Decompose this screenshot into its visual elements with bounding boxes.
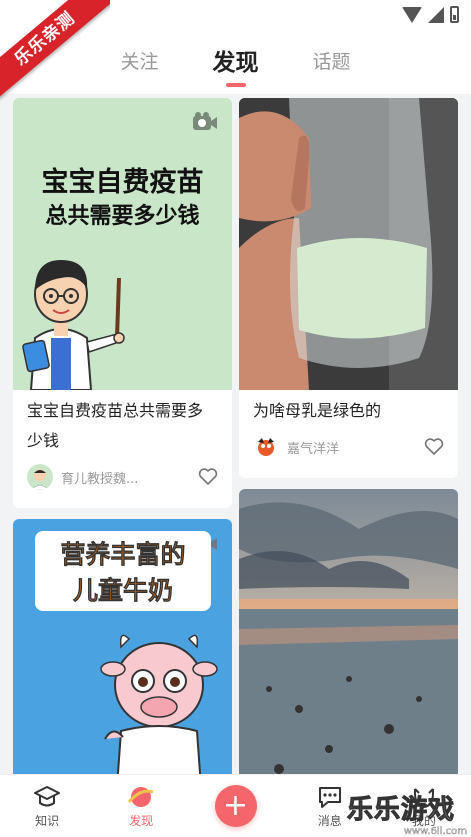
nav-discover[interactable]: 发现 [94,775,188,837]
card-cover-image[interactable] [239,98,458,390]
tab-topics[interactable]: 话题 [313,47,351,80]
wifi-icon [402,6,422,23]
discover-planet-icon [128,786,154,807]
feed-card[interactable]: 为啥母乳是绿色的 嘉气洋洋 [239,98,458,478]
corner-watermark-logo: 乐乐游戏 www.6ll.com [347,789,468,837]
discover-feed[interactable]: 宝宝自费疫苗 总共需要多少钱 宝宝自费疫苗总共需要多 少钱 育儿教授魏... 为… [0,94,471,774]
card-title-line-2: 少钱 [27,431,60,450]
tab-discover[interactable]: 发现 [213,43,259,87]
sunset-sea-photo [239,489,458,774]
nav-knowledge[interactable]: 知识 [0,775,94,837]
author-avatar[interactable] [253,434,279,460]
card-title-line-1: 为啥母乳是绿色的 [253,401,382,420]
card-author[interactable]: 育儿教授魏... [61,468,198,487]
poster-headline-1: 营养丰富的 [60,540,186,570]
card-title-line-1: 宝宝自费疫苗总共需要多 [27,401,204,420]
app-screen: 乐乐亲测 关注 发现 话题 宝宝自费疫苗 总共需要多少钱 宝宝自费疫苗总共需要多… [0,0,471,837]
nav-messages-label: 消息 [317,813,342,828]
feed-card[interactable]: 营养丰富的 儿童牛奶 [13,519,232,774]
feed-card[interactable] [239,489,458,774]
tab-follow[interactable]: 关注 [120,47,158,80]
poster-headline-2: 儿童牛奶 [72,576,174,606]
card-cover-image[interactable]: 宝宝自费疫苗 总共需要多少钱 [13,98,232,390]
breastmilk-bottle-photo [239,98,458,390]
plus-icon: + [222,788,249,823]
watermark-ribbon: 乐乐亲测 [0,0,110,110]
poster-headline-1: 宝宝自费疫苗 [41,167,204,198]
nav-knowledge-label: 知识 [35,813,60,828]
nav-add[interactable]: + [188,775,282,837]
corner-logo-text: 乐乐游戏 [347,795,456,826]
heart-icon[interactable] [198,468,218,486]
card-title[interactable]: 宝宝自费疫苗总共需要多 少钱 [13,390,232,456]
corner-logo-url: www.6ll.com [403,826,468,837]
status-icons [402,6,459,23]
nav-discover-label: 发现 [129,813,154,828]
card-author[interactable]: 嘉气洋洋 [287,438,424,457]
battery-icon [450,6,459,23]
heart-icon[interactable] [424,438,444,456]
card-title[interactable]: 为啥母乳是绿色的 [239,390,458,426]
doctor-illustration [22,260,125,390]
cow-doctor-illustration [100,634,218,774]
signal-icon [428,6,444,23]
graduation-cap-icon [34,785,61,806]
author-avatar[interactable] [27,464,53,490]
chat-bubble-icon [318,786,341,808]
add-post-button[interactable]: + [214,785,257,827]
feed-card[interactable]: 宝宝自费疫苗 总共需要多少钱 宝宝自费疫苗总共需要多 少钱 育儿教授魏... [13,98,232,508]
video-icon [193,112,217,130]
card-meta: 嘉气洋洋 [239,426,458,470]
card-meta: 育儿教授魏... [13,456,232,500]
poster-headline-2: 总共需要多少钱 [45,204,200,229]
watermark-text: 乐乐亲测 [0,0,110,99]
card-cover-image[interactable] [239,489,458,774]
card-cover-image[interactable]: 营养丰富的 儿童牛奶 [13,519,232,774]
